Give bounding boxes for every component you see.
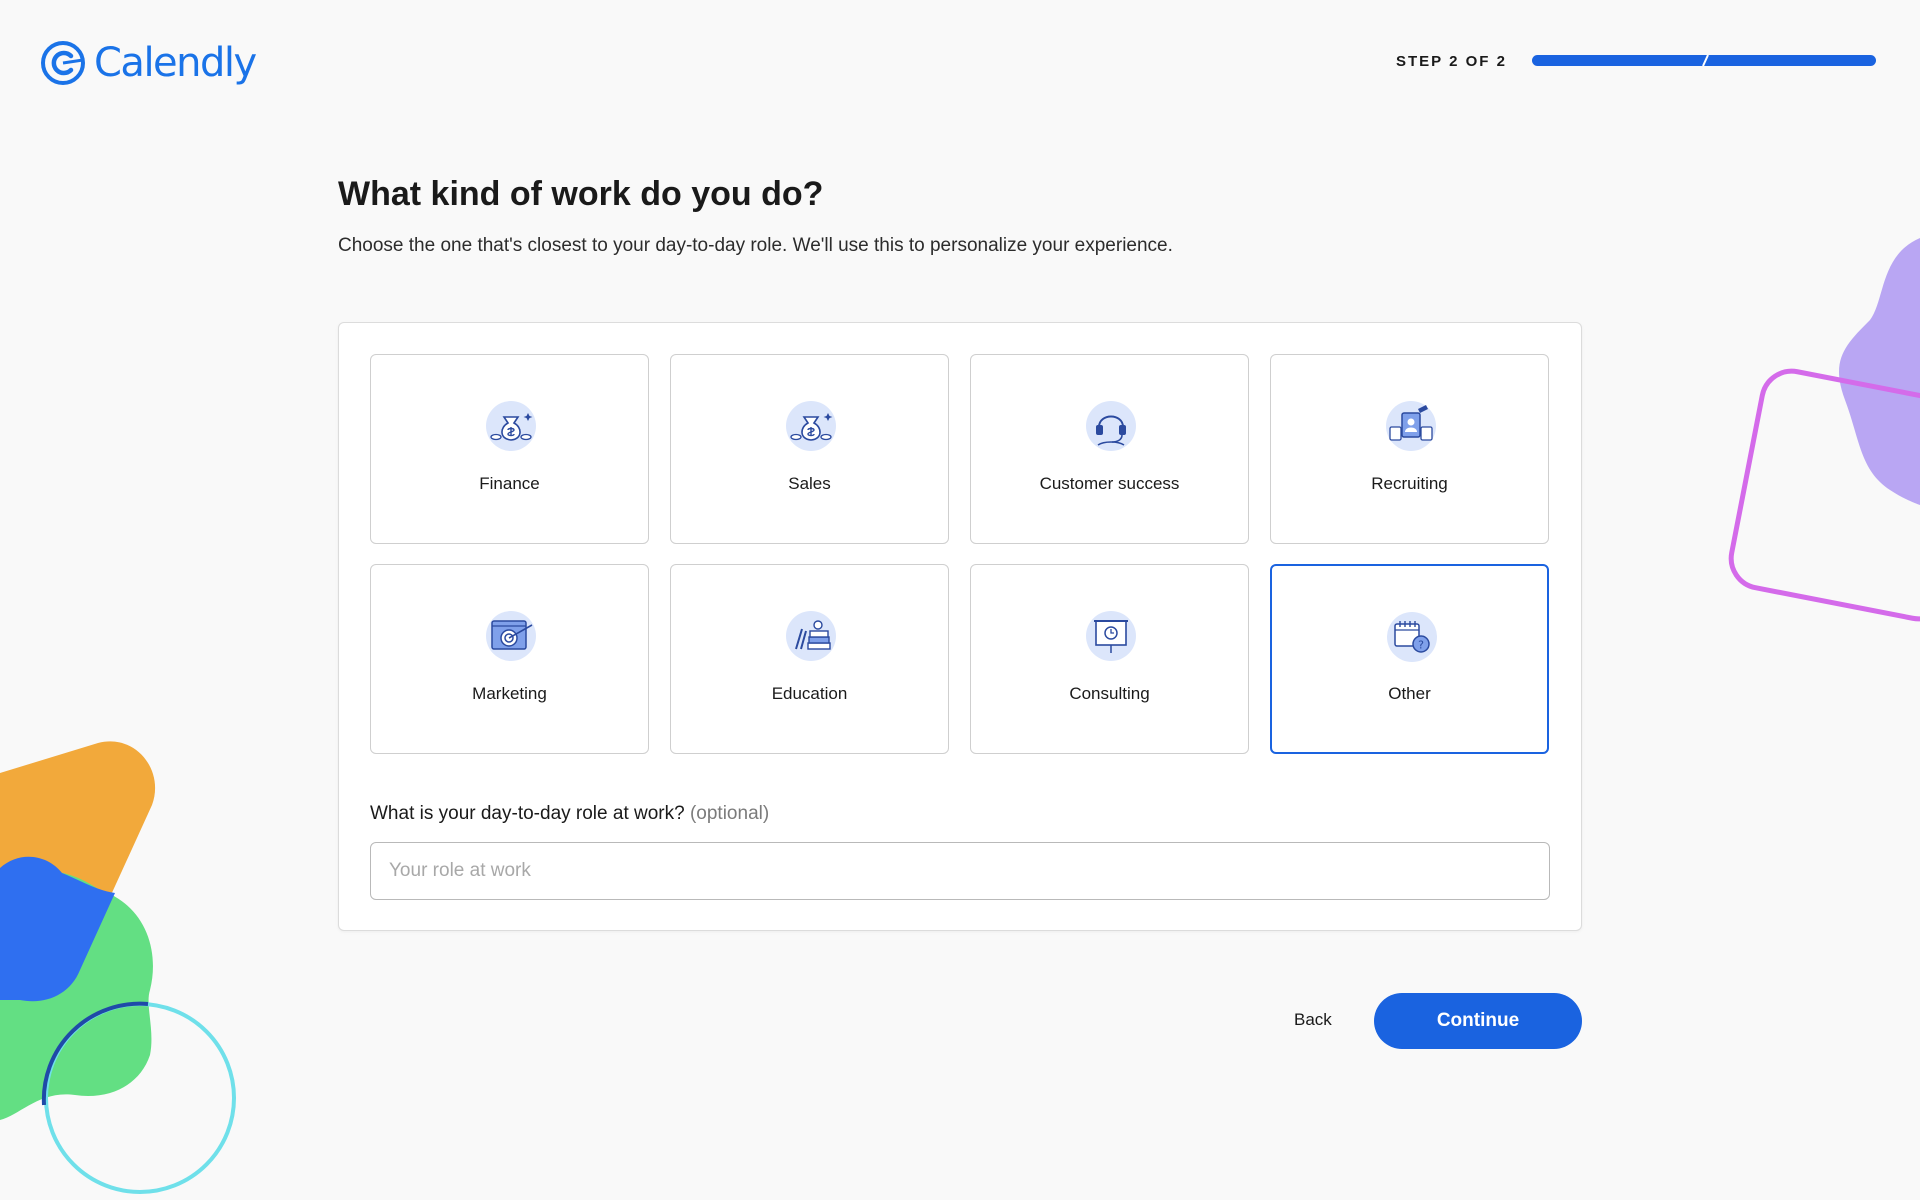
option-recruiting[interactable]: Recruiting [1270,354,1549,544]
headset-icon [1086,401,1136,451]
books-icon [786,611,836,661]
option-label: Recruiting [1371,474,1448,493]
progress-bar [1532,55,1876,66]
option-label: Marketing [472,684,547,703]
option-finance[interactable]: Finance [370,354,649,544]
optional-tag: (optional) [689,803,770,824]
back-button[interactable]: Back [1294,1010,1332,1030]
role-selection-panel: Finance Sales Customer success Recruitin… [338,322,1582,931]
role-question-text: What is your day-to-day role at work? [370,803,685,824]
money-bag-icon [786,401,836,451]
green-blob [0,871,153,1120]
option-education[interactable]: Education [670,564,949,754]
role-input[interactable] [370,842,1550,900]
svg-text:?: ? [1418,639,1424,652]
calendly-logo: Calendly [40,40,257,86]
option-label: Customer success [1039,474,1180,493]
option-customer-success[interactable]: Customer success [970,354,1249,544]
continue-button[interactable]: Continue [1374,993,1582,1049]
teal-circle [44,1002,236,1194]
target-icon [486,611,536,661]
option-other[interactable]: ? Other [1270,564,1549,754]
option-label: Sales [788,474,831,493]
option-consulting[interactable]: Consulting [970,564,1249,754]
calendly-logo-icon [41,41,85,85]
page-title: What kind of work do you do? [338,175,824,213]
lavender-blob [1839,238,1920,505]
logo-wordmark: Calendly [94,40,257,86]
option-label: Consulting [1069,684,1150,703]
step-progress: STEP 2 OF 2 [1396,53,1876,70]
blue-blob [0,856,115,1002]
option-label: Other [1388,684,1431,703]
option-label: Finance [479,474,540,493]
money-bag-icon [486,401,536,451]
option-marketing[interactable]: Marketing [370,564,649,754]
navy-arc [41,1001,149,1106]
role-question-label: What is your day-to-day role at work? (o… [370,803,769,825]
option-label: Education [771,684,848,703]
pink-outline-square [1728,368,1920,622]
calendar-question-icon: ? [1387,612,1437,662]
presentation-icon [1086,611,1136,661]
orange-blob [0,741,156,930]
page-subtitle: Choose the one that's closest to your da… [338,235,1173,256]
id-badge-icon [1386,401,1436,451]
step-label: STEP 2 OF 2 [1396,53,1507,70]
option-sales[interactable]: Sales [670,354,949,544]
